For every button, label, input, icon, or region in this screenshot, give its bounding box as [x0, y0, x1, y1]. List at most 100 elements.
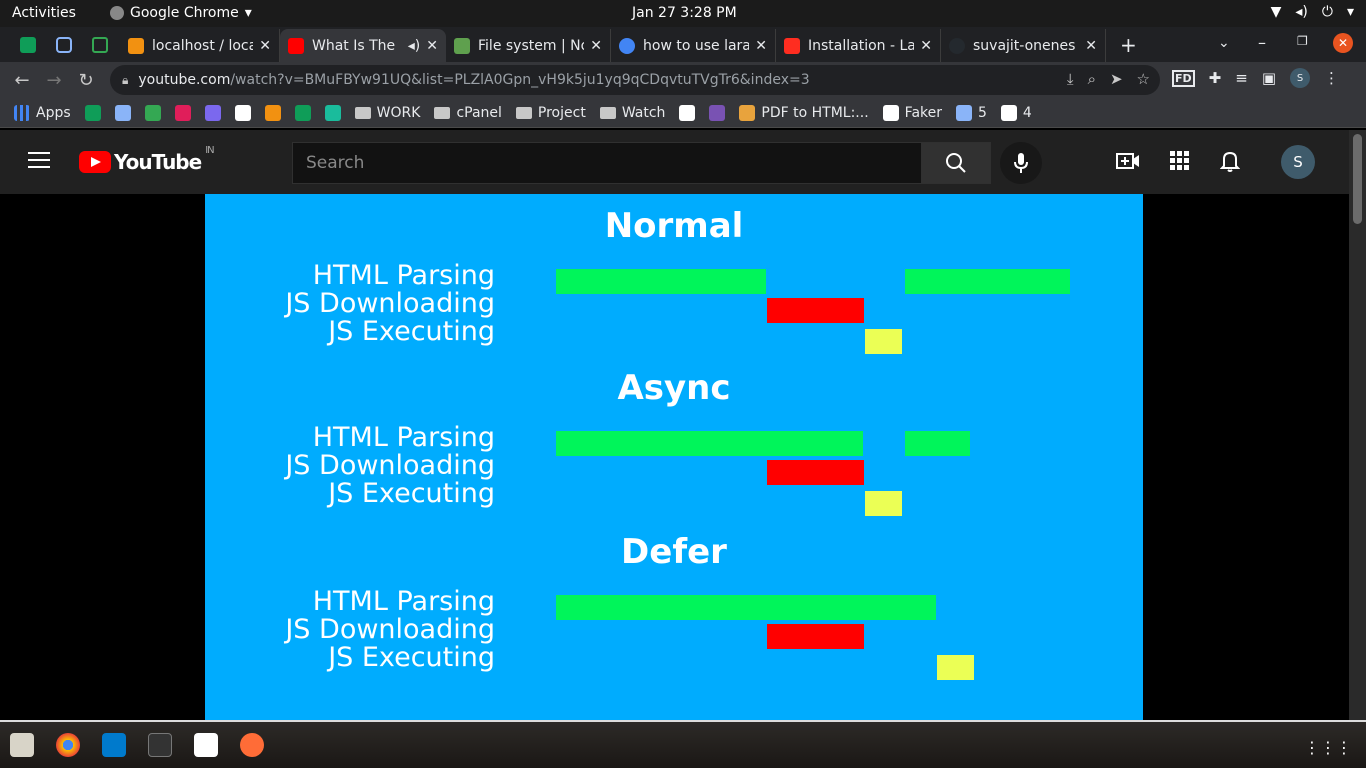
profile-avatar[interactable]: S — [1290, 68, 1310, 88]
bookmark-item[interactable] — [114, 104, 131, 121]
notifications-bell-icon[interactable] — [1220, 150, 1240, 172]
fd-extension-icon[interactable]: FD — [1172, 69, 1195, 87]
account-avatar[interactable]: S — [1281, 145, 1315, 179]
row-label: JS Executing — [328, 642, 495, 673]
bookmark-item[interactable] — [84, 104, 101, 121]
address-bar[interactable]: 🔒︎ youtube.com/watch?v=BMuFBYw91UQ&list=… — [110, 65, 1160, 95]
search-input[interactable]: Search — [292, 142, 922, 184]
clock[interactable]: Jan 27 3:28 PM — [632, 5, 737, 21]
menu-kebab-icon[interactable]: ⋮ — [1324, 69, 1339, 87]
parsing-bar — [556, 269, 766, 294]
bookmark-label: Apps — [36, 104, 71, 121]
puzzle-icon[interactable]: ✚ — [1209, 69, 1222, 87]
close-icon[interactable]: ✕ — [920, 38, 932, 54]
bookmark-item[interactable]: cPanel — [434, 105, 502, 121]
page-scrollbar[interactable] — [1349, 130, 1366, 720]
app-name-label: Google Chrome — [130, 5, 239, 21]
close-icon[interactable]: ✕ — [426, 38, 438, 54]
voice-search-button[interactable] — [1000, 142, 1042, 184]
bookmark-item[interactable] — [294, 104, 311, 121]
youtube-logo[interactable]: YouTube IN — [79, 145, 215, 174]
app-menu[interactable]: Google Chrome ▾ — [110, 5, 252, 21]
bookmark-item[interactable]: 5 — [956, 104, 987, 121]
chevron-down-icon: ▾ — [1346, 4, 1354, 20]
close-icon[interactable]: ✕ — [590, 38, 602, 54]
mail-icon[interactable] — [56, 36, 72, 53]
bookmark-item[interactable]: Project — [515, 105, 586, 121]
parsing-bar — [905, 269, 1070, 294]
activities-button[interactable]: Activities — [12, 5, 76, 21]
downloading-bar — [767, 298, 864, 323]
bookmark-item[interactable]: WORK — [354, 105, 420, 121]
l-icon — [679, 104, 696, 121]
files-icon[interactable] — [10, 733, 34, 757]
tab-localhost[interactable]: localhost / loca ✕ — [120, 29, 280, 62]
tab-search-sheets-icon[interactable] — [20, 36, 36, 53]
bookmark-star-icon[interactable]: ☆ — [1137, 70, 1150, 88]
bookmark-item[interactable] — [204, 104, 221, 121]
text-editor-icon[interactable] — [194, 733, 218, 757]
show-apps-icon[interactable]: ⋮⋮⋮ — [1304, 738, 1352, 757]
forward-button[interactable]: → — [38, 70, 70, 91]
row-label: HTML Parsing — [312, 586, 495, 617]
task-icon[interactable] — [92, 36, 108, 53]
send-icon[interactable]: ➤ — [1110, 70, 1123, 88]
image-icon — [1000, 104, 1017, 121]
bootstrap-icon — [709, 104, 726, 121]
media-queue-icon[interactable]: ≡ — [1235, 69, 1248, 87]
bookmark-item[interactable] — [174, 104, 191, 121]
folder-icon — [434, 106, 451, 119]
zoom-icon[interactable]: ⌕ — [1088, 70, 1096, 88]
minimize-button[interactable]: – — [1258, 33, 1266, 52]
side-panel-icon[interactable]: ▣ — [1262, 69, 1276, 87]
terminal-icon[interactable] — [148, 733, 172, 757]
browser-toolbar: ← → ↻ 🔒︎ youtube.com/watch?v=BMuFBYw91UQ… — [0, 62, 1366, 98]
bookmark-item[interactable]: 4 — [1000, 104, 1032, 121]
tab-youtube-active[interactable]: What Is The ◂) ✕ — [280, 29, 446, 62]
tab-laravel-installation[interactable]: Installation - La ✕ — [776, 29, 941, 62]
bookmark-item[interactable] — [144, 104, 161, 121]
tab-title: localhost / loca — [152, 37, 254, 54]
postman-icon[interactable] — [240, 733, 264, 757]
bookmark-item[interactable] — [679, 104, 696, 121]
restore-button[interactable]: ❐ — [1297, 34, 1308, 48]
bookmark-item[interactable]: PDF to HTML:... — [739, 104, 869, 121]
close-icon[interactable]: ✕ — [1085, 38, 1097, 54]
install-icon[interactable]: ⤓ — [1067, 70, 1074, 88]
reload-button[interactable]: ↻ — [70, 70, 102, 91]
tab-file-system[interactable]: File system | No ✕ — [446, 29, 611, 62]
close-icon[interactable]: ✕ — [259, 38, 271, 54]
close-window-button[interactable]: ✕ — [1333, 33, 1353, 53]
bookmark-item[interactable]: Watch — [599, 105, 665, 121]
tab-search-chevron-icon[interactable]: ⌄ — [1218, 35, 1230, 51]
bookmark-item[interactable] — [709, 104, 726, 121]
github-icon — [234, 104, 251, 121]
close-icon[interactable]: ✕ — [755, 38, 767, 54]
url-path: /watch?v=BMuFBYw91UQ&list=PLZlA0Gpn_vH9k… — [230, 72, 810, 88]
bookmark-item[interactable] — [234, 104, 251, 121]
bookmark-item[interactable] — [324, 104, 341, 121]
hamburger-menu-icon[interactable] — [28, 152, 50, 170]
pma-icon — [264, 104, 281, 121]
apps-grid-icon[interactable] — [1170, 151, 1190, 171]
lock-icon[interactable]: 🔒︎ — [122, 73, 128, 88]
search-button[interactable] — [921, 142, 991, 184]
tab-github[interactable]: suvajit-onenes ✕ — [941, 29, 1106, 62]
bookmark-item[interactable]: Faker — [882, 104, 942, 121]
tab-google-search[interactable]: how to use lara ✕ — [611, 29, 776, 62]
video-frame[interactable]: Normal HTML Parsing JS Downloading JS Ex… — [205, 194, 1143, 720]
vscode-icon[interactable] — [102, 733, 126, 757]
scrollbar-thumb[interactable] — [1353, 134, 1362, 224]
nodejs-icon — [454, 37, 470, 54]
create-video-icon[interactable] — [1116, 152, 1140, 170]
parsing-bar — [905, 431, 970, 456]
bookmark-item[interactable] — [264, 104, 281, 121]
back-button[interactable]: ← — [6, 70, 38, 91]
system-tray[interactable]: ▼ ◂) ⏻ ▾ — [1271, 4, 1354, 20]
new-tab-button[interactable]: + — [1120, 33, 1137, 57]
chrome-icon[interactable] — [56, 733, 80, 757]
mail-icon — [114, 104, 131, 121]
speaker-icon[interactable]: ◂) — [408, 38, 421, 54]
bookmark-item[interactable]: Apps — [14, 104, 71, 121]
parsing-bar — [556, 595, 936, 620]
